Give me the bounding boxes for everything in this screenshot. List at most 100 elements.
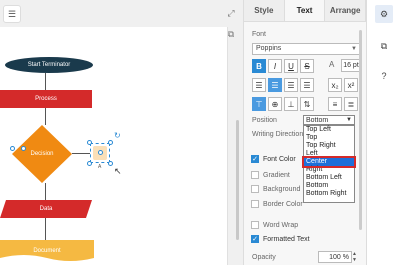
- tab-style[interactable]: Style: [244, 0, 285, 21]
- position-option[interactable]: Left: [304, 150, 354, 158]
- italic-button[interactable]: I: [268, 59, 282, 73]
- center-handle[interactable]: [98, 150, 103, 155]
- position-option[interactable]: Top: [304, 134, 354, 142]
- background-checkbox[interactable]: [251, 185, 259, 193]
- connector-line[interactable]: [45, 218, 46, 240]
- align-left-button[interactable]: ☰: [252, 78, 266, 92]
- resize-handle[interactable]: [87, 161, 92, 166]
- writing-direction-label: Writing Direction: [252, 131, 304, 138]
- align-center-button[interactable]: ☰: [268, 78, 282, 92]
- connector-line[interactable]: [45, 108, 46, 125]
- align-top-button[interactable]: ⊤: [252, 97, 266, 111]
- position-option[interactable]: Right: [304, 166, 354, 174]
- bulleted-list-button[interactable]: ≣: [344, 97, 358, 111]
- position-option[interactable]: Top Left: [304, 126, 354, 134]
- process-shape[interactable]: Process: [0, 90, 92, 108]
- background-label: Background: [263, 185, 301, 193]
- formatted-text-checkbox[interactable]: ✓: [251, 235, 259, 243]
- pages-button[interactable]: ⧉: [377, 39, 391, 53]
- text-direction-button[interactable]: ⇅: [300, 97, 314, 111]
- shape-label: Document: [33, 248, 61, 254]
- formatted-text-label: Formatted Text: [263, 235, 310, 243]
- justify-button[interactable]: ☰: [300, 78, 314, 92]
- font-size-icon: A: [329, 60, 335, 69]
- tab-text[interactable]: Text: [284, 0, 326, 21]
- word-wrap-row[interactable]: Word Wrap: [251, 221, 298, 229]
- opacity-input[interactable]: 100 %: [318, 251, 352, 263]
- border-color-checkbox[interactable]: [251, 200, 259, 208]
- border-color-label: Border Color: [263, 200, 303, 208]
- opacity-stepper[interactable]: ▲ ▼: [352, 251, 357, 263]
- align-middle-button[interactable]: ⊕: [268, 97, 282, 111]
- superscript-button[interactable]: x²: [344, 78, 358, 92]
- shape-label: Process: [35, 96, 57, 102]
- canvas-scrollbar[interactable]: [236, 120, 239, 240]
- shape-label: Decision: [30, 151, 54, 157]
- word-wrap-checkbox[interactable]: [251, 221, 259, 229]
- align-right-button[interactable]: ☰: [284, 78, 298, 92]
- font-size-input[interactable]: 16 pt: [341, 59, 361, 72]
- opacity-label: Opacity: [252, 254, 276, 261]
- copy-icon: ⧉: [380, 40, 388, 51]
- underline-button[interactable]: U: [284, 59, 298, 73]
- font-color-checkbox[interactable]: ✓: [251, 155, 259, 163]
- start-terminator-shape[interactable]: Start Terminator: [5, 57, 93, 73]
- numbered-list-button[interactable]: ≡: [328, 97, 342, 111]
- resize-handle[interactable]: [108, 140, 113, 145]
- position-dropdown: Top Left Top Top Right Left Center Right…: [302, 125, 356, 203]
- strikethrough-button[interactable]: S: [300, 59, 314, 73]
- position-option-highlighted[interactable]: Center: [302, 156, 356, 168]
- decision-shape[interactable]: Decision: [12, 125, 72, 183]
- document-shape[interactable]: Document: [0, 240, 94, 262]
- gradient-checkbox[interactable]: [251, 171, 259, 179]
- font-color-row[interactable]: ✓ Font Color: [251, 155, 296, 163]
- position-option[interactable]: Top Right: [304, 142, 354, 150]
- gradient-label: Gradient: [263, 171, 290, 179]
- connector-line[interactable]: [45, 73, 46, 90]
- help-icon: ?: [381, 71, 387, 81]
- panel-scrollbar[interactable]: [359, 30, 362, 230]
- copy-page-icon[interactable]: ⧉: [224, 27, 238, 41]
- connector-line[interactable]: [45, 183, 46, 200]
- connector-line[interactable]: [72, 153, 90, 154]
- align-bottom-button[interactable]: ⊥: [284, 97, 298, 111]
- chevron-down-icon: ▼: [351, 46, 357, 52]
- chevron-down-icon: ▼: [346, 117, 352, 123]
- subscript-button[interactable]: x₂: [328, 78, 342, 92]
- gradient-row[interactable]: Gradient: [251, 171, 290, 179]
- position-option[interactable]: Bottom Right: [304, 190, 354, 198]
- help-button[interactable]: ?: [377, 69, 391, 83]
- word-wrap-label: Word Wrap: [263, 221, 299, 229]
- sidebar-toggle-icon: ☰: [7, 8, 17, 19]
- script-toolbar: x₂ x²: [328, 78, 358, 92]
- format-tabs: Style Text Arrange: [244, 0, 367, 22]
- font-color-label: Font Color: [263, 155, 296, 163]
- collapse-sidebar-button[interactable]: ☰: [3, 5, 21, 23]
- data-shape[interactable]: Data: [0, 200, 92, 218]
- resize-handle[interactable]: [108, 161, 113, 166]
- connection-handle[interactable]: [10, 146, 15, 151]
- list-toolbar: ≡ ≣: [328, 97, 358, 111]
- position-option[interactable]: Bottom: [304, 182, 354, 190]
- font-family-select[interactable]: Poppins ▼: [252, 43, 360, 55]
- position-select[interactable]: Bottom ▼: [303, 115, 355, 125]
- font-section-label: Font: [252, 31, 267, 38]
- shape-label: Start Terminator: [27, 62, 71, 68]
- background-row[interactable]: Background: [251, 185, 300, 193]
- connection-handle[interactable]: [21, 146, 26, 151]
- mouse-cursor-icon: ↖: [114, 166, 122, 176]
- position-option[interactable]: Bottom Left: [304, 174, 354, 182]
- shape-label: Data: [39, 206, 53, 212]
- font-family-value: Poppins: [256, 45, 282, 52]
- tab-arrange[interactable]: Arrange: [325, 0, 367, 21]
- anchor-label: A: [98, 164, 102, 170]
- format-panel-button[interactable]: ⚙: [375, 5, 393, 23]
- resize-handle[interactable]: [87, 140, 92, 145]
- formatted-text-row[interactable]: ✓ Formatted Text: [251, 235, 310, 243]
- diagram-canvas[interactable]: ☰ ⤢ ⧉ Start Terminator Process Decision …: [0, 0, 243, 265]
- border-color-row[interactable]: Border Color: [251, 200, 303, 208]
- align-toolbar: ☰ ☰ ☰ ☰: [252, 78, 314, 92]
- expand-icon[interactable]: ⤢: [224, 6, 238, 20]
- bold-button[interactable]: B: [252, 59, 266, 73]
- rotate-icon[interactable]: ↻: [114, 131, 121, 140]
